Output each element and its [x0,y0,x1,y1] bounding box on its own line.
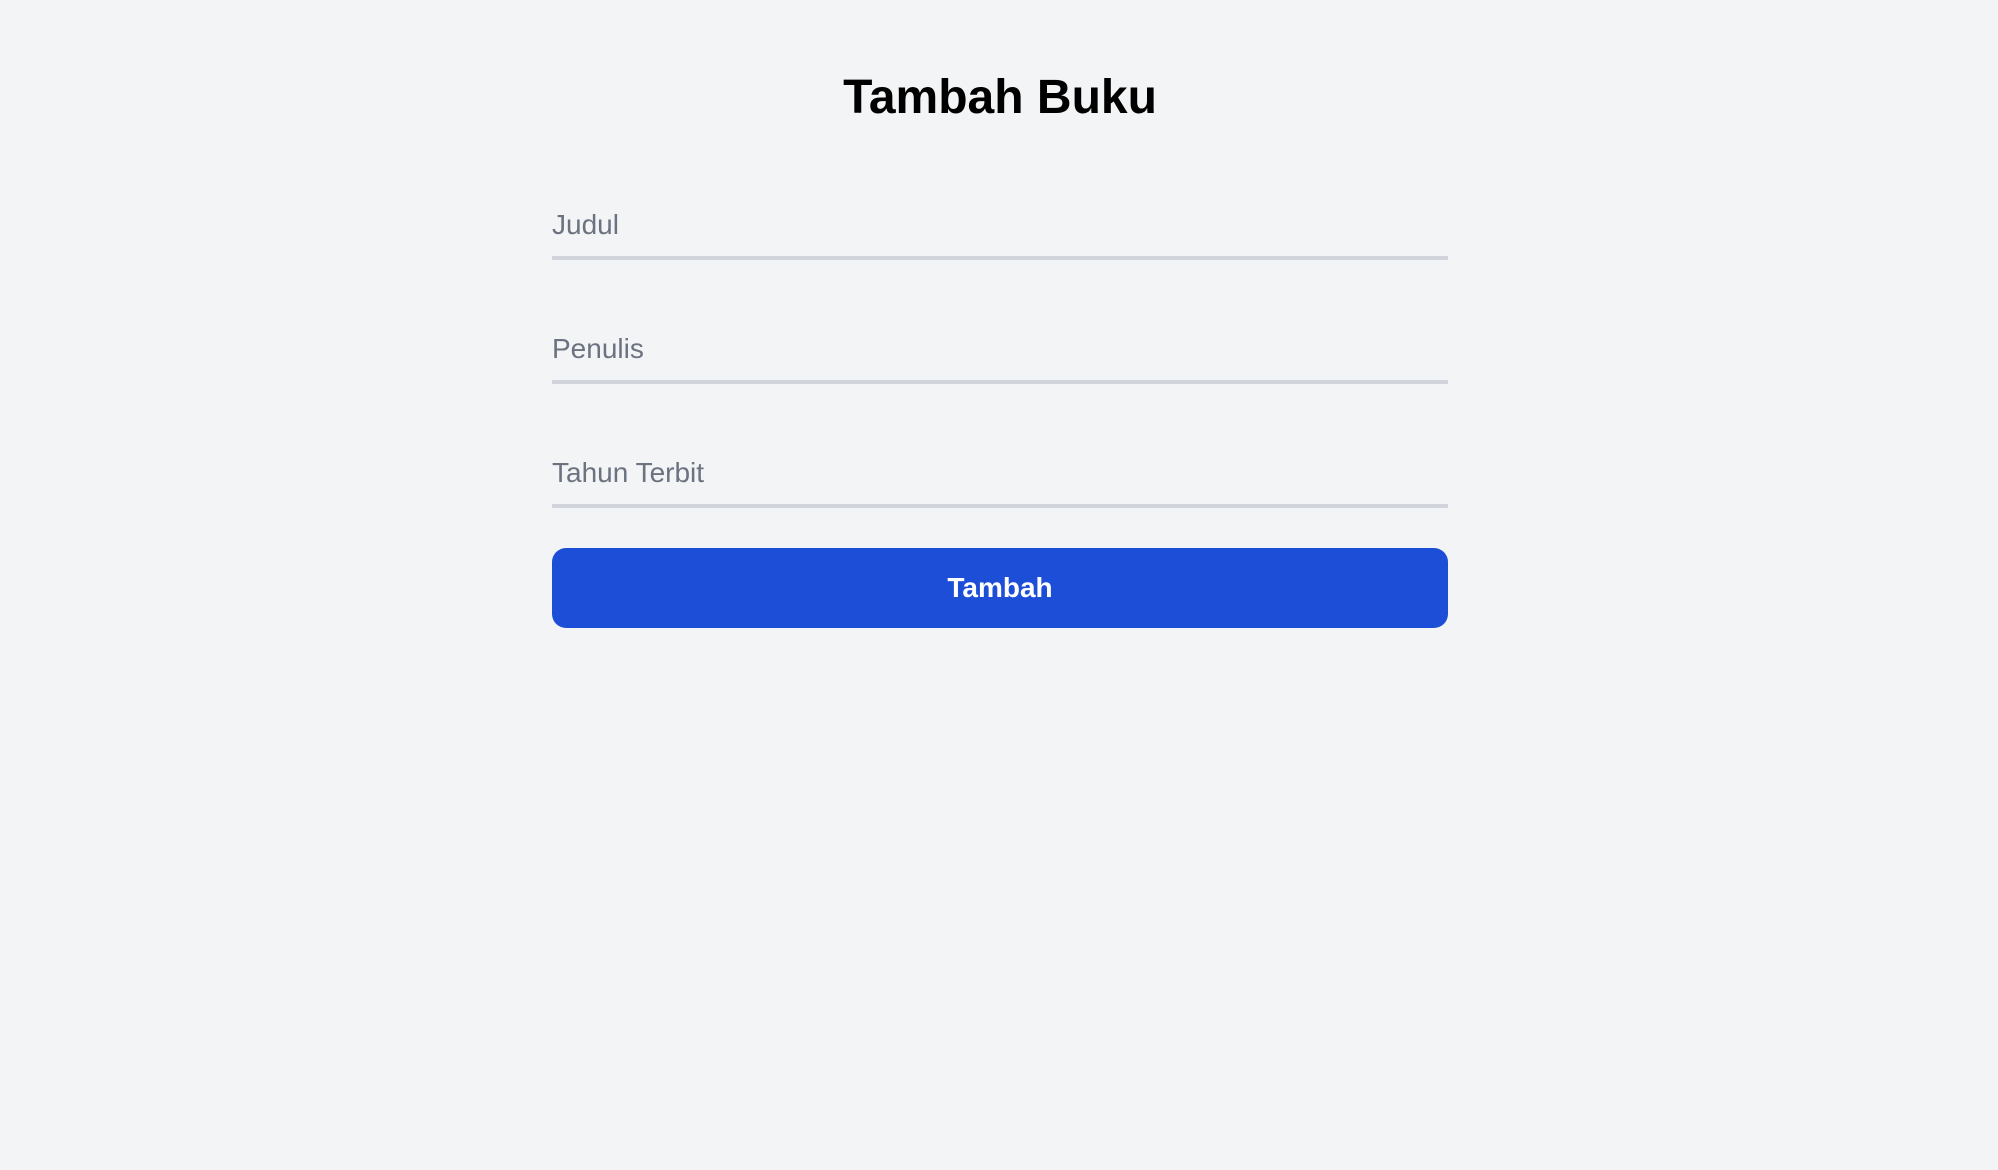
judul-input[interactable] [552,194,1448,260]
page-title: Tambah Buku [843,71,1157,124]
tahun-terbit-input[interactable] [552,442,1448,508]
penulis-input[interactable] [552,318,1448,384]
tambah-button[interactable]: Tambah [552,548,1448,628]
